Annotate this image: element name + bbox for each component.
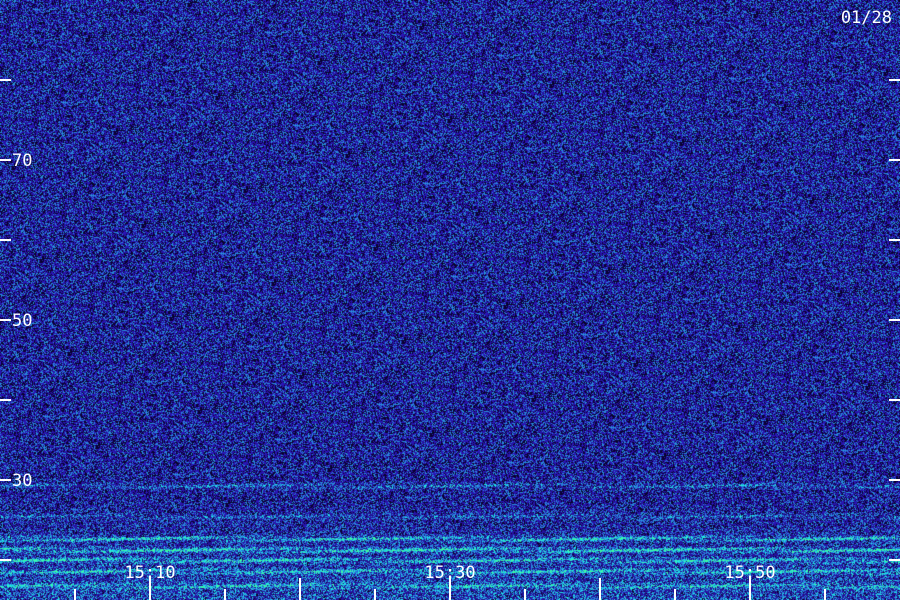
- axis-overlay: 70 50 30 15:10 15:30 15:50 01/28: [0, 8, 900, 600]
- y-tick-label: 30: [12, 471, 32, 491]
- y-tick-label: 70: [12, 151, 32, 171]
- date-label: 01/28: [841, 8, 892, 28]
- x-tick-label: 15:50: [724, 563, 775, 583]
- y-tick-label: 50: [12, 311, 32, 331]
- spectrogram-chart: 70 50 30 15:10 15:30 15:50 01/28: [0, 0, 900, 600]
- x-tick-label: 15:10: [124, 563, 175, 583]
- x-tick-label: 15:30: [424, 563, 475, 583]
